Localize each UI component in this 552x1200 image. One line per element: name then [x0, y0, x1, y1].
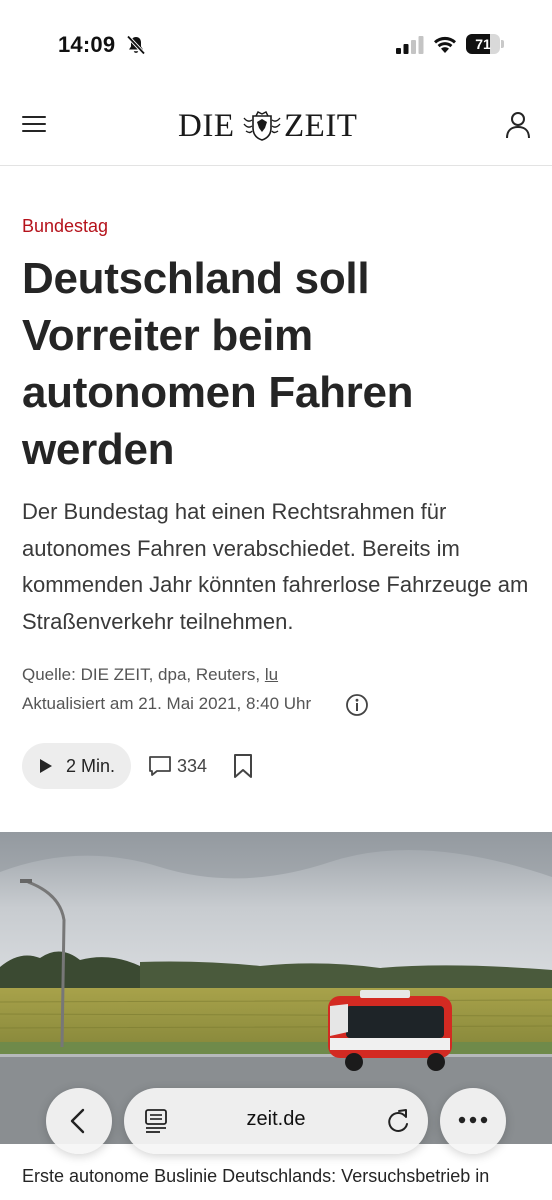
more-icon [458, 1116, 488, 1124]
play-icon [40, 759, 52, 773]
address-bar[interactable]: zeit.de [124, 1088, 428, 1154]
back-button[interactable] [46, 1088, 112, 1154]
article-teaser: Der Bundestag hat einen Rechtsrahmen für… [22, 499, 529, 634]
article-kicker[interactable]: Bundestag [22, 216, 108, 237]
battery-icon: 71 [466, 34, 504, 54]
comment-icon [149, 756, 171, 776]
article-source: Quelle: DIE ZEIT, dpa, Reuters, lu [22, 665, 278, 685]
more-button[interactable] [440, 1088, 506, 1154]
author-link[interactable]: lu [265, 665, 278, 684]
logo-zeit-text: ZEIT [284, 108, 358, 144]
menu-icon[interactable] [22, 114, 46, 134]
user-icon[interactable] [505, 111, 531, 139]
logo-die-text: DIE [178, 108, 235, 144]
reload-icon[interactable] [386, 1108, 410, 1134]
info-icon[interactable] [345, 693, 369, 717]
battery-level: 71 [475, 36, 491, 52]
article-updated: Aktualisiert am 21. Mai 2021, 8:40 Uhr [22, 694, 312, 713]
article-headline: Deutschland soll Vorreiter beim autonome… [22, 254, 414, 474]
comment-count: 334 [177, 756, 208, 776]
bell-slash-icon [126, 35, 146, 55]
chevron-left-icon [70, 1108, 85, 1134]
wifi-icon [434, 36, 456, 53]
status-time: 14:09 [58, 32, 116, 57]
bookmark-icon[interactable] [232, 753, 254, 779]
listen-duration: 2 Min. [66, 756, 116, 776]
site-logo[interactable]: DIE ZEIT [178, 108, 376, 144]
url-text[interactable]: zeit.de [124, 1108, 428, 1131]
source-list: Quelle: DIE ZEIT, dpa, Reuters, [22, 665, 265, 684]
photo-caption: Erste autonome Buslinie Deutschlands: Ve… [22, 1166, 490, 1186]
crest-icon [243, 111, 281, 141]
status-bar: 14:09 71 [0, 0, 552, 88]
signal-icon [396, 36, 424, 54]
listen-button[interactable]: 2 Min. [22, 743, 131, 789]
site-header: DIE ZEIT [0, 88, 552, 166]
